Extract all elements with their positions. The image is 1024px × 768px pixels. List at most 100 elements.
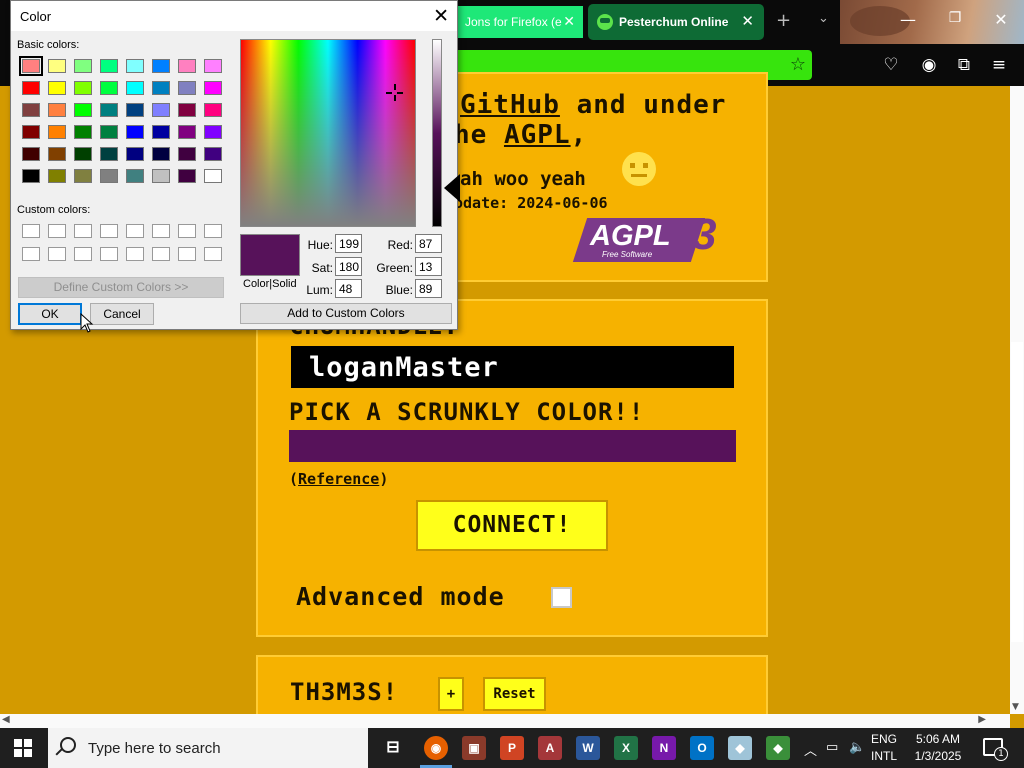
basic-color-swatch[interactable] [48,81,66,95]
scroll-down-icon[interactable]: ▼ [1012,702,1019,712]
basic-color-swatch[interactable] [48,147,66,161]
luminance-arrow-icon[interactable] [444,174,460,202]
basic-color-swatch[interactable] [22,103,40,117]
pocket-icon[interactable]: ♡ [880,54,902,76]
reset-theme-button[interactable]: Reset [483,677,546,711]
basic-color-swatch[interactable] [74,103,92,117]
basic-color-swatch[interactable] [178,81,196,95]
custom-color-swatch[interactable] [74,247,92,261]
basic-color-swatch[interactable] [152,147,170,161]
color-picker-input[interactable] [289,430,736,462]
basic-color-swatch[interactable] [48,169,66,183]
menu-icon[interactable]: ≡ [988,54,1010,76]
agpl-link[interactable]: AGPL [504,120,571,150]
vertical-scrollbar[interactable]: ▼ [1010,86,1024,714]
custom-color-swatch[interactable] [22,247,40,261]
plus-icon[interactable]: + [776,10,791,31]
basic-color-swatch[interactable] [48,125,66,139]
basic-color-swatch[interactable] [126,103,144,117]
custom-color-swatch[interactable] [204,224,222,238]
basic-color-swatch[interactable] [204,147,222,161]
star-icon[interactable]: ☆ [790,54,806,75]
custom-color-swatch[interactable] [152,247,170,261]
basic-color-swatch[interactable] [204,125,222,139]
network-icon[interactable]: ▭ [826,740,838,755]
scroll-right-icon[interactable]: ▶ [978,714,986,725]
app-icon[interactable]: ◆ [728,736,752,760]
basic-color-swatch[interactable] [152,125,170,139]
basic-color-swatch[interactable] [178,147,196,161]
agpl-logo[interactable]: AGPL Free Software 3 [572,210,736,264]
cancel-button[interactable]: Cancel [90,303,154,325]
custom-color-swatch[interactable] [48,247,66,261]
basic-color-swatch[interactable] [126,147,144,161]
basic-color-swatch[interactable] [204,81,222,95]
close-icon[interactable]: ✕ [433,5,449,28]
chevron-down-icon[interactable]: ⌄ [818,11,829,26]
custom-color-swatch[interactable] [178,224,196,238]
word-icon[interactable]: W [576,736,600,760]
basic-color-swatch[interactable] [100,81,118,95]
luminance-slider[interactable] [432,39,442,227]
basic-color-swatch[interactable] [74,125,92,139]
github-link[interactable]: GitHub [460,90,560,120]
onenote-icon[interactable]: N [652,736,676,760]
custom-color-swatch[interactable] [204,247,222,261]
basic-color-swatch[interactable] [100,169,118,183]
green-field[interactable]: 13 [415,257,442,276]
color-spectrum[interactable] [240,39,416,227]
app-icon[interactable]: ▣ [462,736,486,760]
basic-color-swatch[interactable] [204,103,222,117]
advanced-mode-checkbox[interactable] [551,587,572,608]
basic-color-swatch[interactable] [48,103,66,117]
custom-color-swatch[interactable] [126,247,144,261]
chumhandle-input[interactable]: loganMaster [289,344,736,390]
basic-color-swatch[interactable] [22,169,40,183]
basic-color-swatch[interactable] [178,169,196,183]
custom-color-swatch[interactable] [48,224,66,238]
custom-color-swatch[interactable] [178,247,196,261]
clock[interactable]: 5:06 AM 1/3/2025 [910,731,966,765]
tab-addons[interactable]: Jons for Firefox (e ✕ [455,6,583,38]
powerpoint-icon[interactable]: P [500,736,524,760]
close-tab-icon[interactable]: ✕ [563,13,575,30]
lum-field[interactable]: 48 [335,279,362,298]
basic-color-swatch[interactable] [178,103,196,117]
scrollbar-thumb[interactable] [1011,342,1023,642]
basic-color-swatch[interactable] [126,59,144,73]
basic-color-swatch[interactable] [178,125,196,139]
scroll-left-icon[interactable]: ◀ [2,714,10,725]
basic-color-swatch[interactable] [74,81,92,95]
add-to-custom-colors-button[interactable]: Add to Custom Colors [240,303,452,324]
blue-field[interactable]: 89 [415,279,442,298]
horizontal-scrollbar[interactable]: ◀ ▶ [0,714,1010,728]
task-view-icon[interactable]: ⊟ [381,736,405,760]
basic-color-swatch[interactable] [152,81,170,95]
basic-color-swatch[interactable] [100,59,118,73]
basic-color-swatch[interactable] [22,147,40,161]
tab-pesterchum[interactable]: Pesterchum Online ✕ [588,4,764,40]
account-icon[interactable]: ◉ [918,54,940,76]
dialog-title-bar[interactable]: Color ✕ [11,1,457,31]
basic-color-swatch[interactable] [152,59,170,73]
custom-color-swatch[interactable] [74,224,92,238]
close-tab-icon[interactable]: ✕ [741,12,754,30]
basic-color-swatch[interactable] [152,103,170,117]
basic-color-swatch[interactable] [126,125,144,139]
minimize-icon[interactable]: — [893,10,923,29]
basic-color-swatch[interactable] [100,125,118,139]
basic-color-swatch[interactable] [204,169,222,183]
language-indicator[interactable]: ENG INTL [871,731,897,765]
red-field[interactable]: 87 [415,234,442,253]
basic-color-swatch[interactable] [204,59,222,73]
basic-color-swatch[interactable] [74,59,92,73]
basic-color-swatch[interactable] [74,147,92,161]
sat-field[interactable]: 180 [335,257,362,276]
reference-link[interactable]: Reference [298,470,379,488]
basic-color-swatch[interactable] [22,81,40,95]
chevron-up-icon[interactable]: ︿ [804,740,817,759]
basic-color-swatch[interactable] [100,103,118,117]
custom-color-swatch[interactable] [100,247,118,261]
basic-color-swatch[interactable] [126,169,144,183]
firefox-icon[interactable]: ◉ [424,736,448,760]
